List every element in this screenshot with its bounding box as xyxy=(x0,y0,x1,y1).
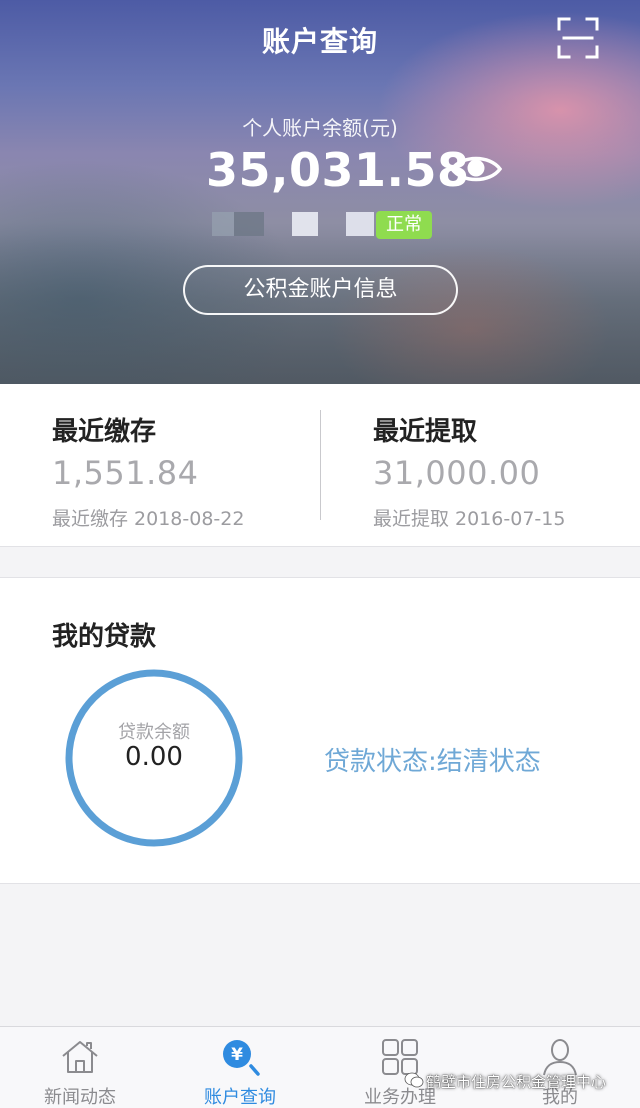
status-badge: 正常 xyxy=(376,211,432,239)
eye-icon[interactable] xyxy=(450,152,502,186)
loan-status[interactable]: 贷款状态:结清状态 xyxy=(324,741,541,778)
recent-deposit-date: 最近缴存 2018-08-22 xyxy=(52,508,245,530)
wechat-icon xyxy=(404,1072,424,1088)
recent-withdrawal-amount: 31,000.00 xyxy=(373,454,541,492)
loan-balance-label: 贷款余额 xyxy=(118,722,190,743)
loan-balance-value: 0.00 xyxy=(125,742,183,772)
tab-news[interactable]: 新闻动态 xyxy=(0,1027,160,1108)
tab-account-query[interactable]: ¥ 账户查询 xyxy=(160,1027,320,1108)
yuan-search-icon: ¥ xyxy=(223,1040,260,1076)
svg-text:¥: ¥ xyxy=(231,1045,243,1065)
loan-title: 我的贷款 xyxy=(52,622,157,652)
column-divider xyxy=(320,410,321,520)
balance-value: 35,031.58 xyxy=(206,143,470,197)
account-info-button[interactable]: 公积金账户信息 xyxy=(183,265,458,315)
balance-label: 个人账户余额(元) xyxy=(242,116,398,140)
recent-deposit-amount: 1,551.84 xyxy=(52,454,199,492)
tab-bar: 新闻动态 ¥ 账户查询 业务办理 我的 xyxy=(0,1026,640,1108)
home-icon xyxy=(62,1041,98,1073)
account-header: 账户查询 个人账户余额(元) 35,031.58 正常 公积金账户信息 xyxy=(0,0,640,384)
tab-business[interactable]: 业务办理 xyxy=(320,1027,480,1108)
tab-label: 新闻动态 xyxy=(44,1087,116,1108)
recent-withdrawal-title: 最近提取 xyxy=(373,417,478,447)
watermark: 鹤壁市住房公积金管理中心 xyxy=(426,1073,607,1091)
page-title: 账户查询 xyxy=(261,25,378,58)
recent-withdrawal-date: 最近提取 2016-07-15 xyxy=(373,508,566,530)
tab-mine[interactable]: 我的 xyxy=(480,1027,640,1108)
scan-icon[interactable] xyxy=(556,16,600,60)
loan-panel: 我的贷款 贷款余额 0.00 贷款状态:结清状态 xyxy=(0,577,640,884)
recent-deposit-title: 最近缴存 xyxy=(52,417,157,447)
tab-label: 账户查询 xyxy=(204,1087,276,1108)
